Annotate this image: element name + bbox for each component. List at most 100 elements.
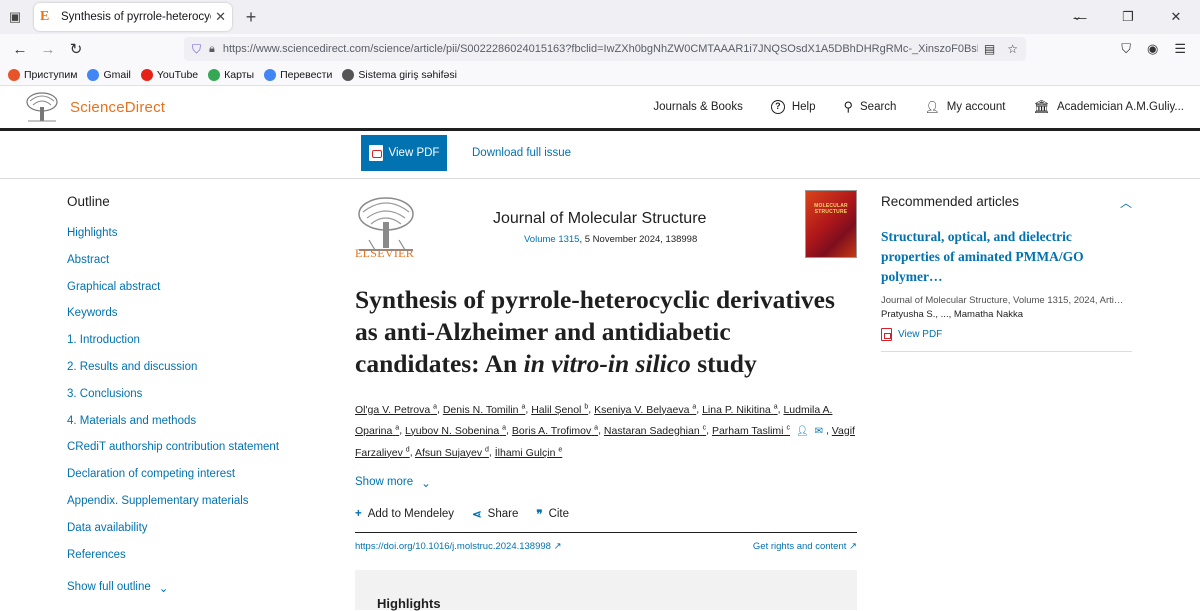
bookmark-item[interactable]: YouTube (140, 68, 198, 81)
outline-item[interactable]: Graphical abstract (67, 281, 327, 308)
browser-tab-active[interactable]: E Synthesis of pyrrole-heterocycli ✕ (34, 3, 232, 31)
author-link[interactable]: Halil Şenol b (531, 403, 588, 416)
bookmarks-bar: Приступим Gmail YouTube Карты Перевести Siste… (0, 64, 1200, 86)
author-link[interactable]: İlhami Gulçin e (495, 446, 563, 459)
bookmark-item[interactable]: Приступим (8, 68, 77, 81)
outline-item[interactable]: Declaration of competing interest (67, 468, 327, 495)
outline-item[interactable]: Abstract (67, 254, 327, 281)
chevron-up-icon[interactable]: ︿ (1120, 194, 1132, 211)
lock-icon[interactable]: 🔒︎ (209, 43, 215, 56)
search-link[interactable]: ⚲ Search (843, 99, 896, 115)
author-name: Boris A. Trofimov (511, 424, 592, 437)
bookmark-item[interactable]: Gmail (87, 68, 131, 81)
author-link[interactable]: Kseniya V. Belyaeva a (594, 403, 697, 416)
person-icon: 👤︎ (924, 100, 940, 114)
show-more-button[interactable]: Show more ⌄ (355, 476, 857, 490)
view-pdf-label: View PDF (388, 147, 440, 159)
cite-label: Cite (548, 508, 570, 520)
author-affiliation: a (692, 403, 697, 410)
doi-link[interactable]: https://doi.org/10.1016/j.molstruc.2024.… (355, 541, 562, 552)
minimize-icon[interactable]: — (1056, 10, 1104, 25)
reload-icon[interactable]: ↻ (62, 40, 90, 58)
bookmark-favicon-icon (208, 68, 221, 81)
journal-cover-image[interactable]: MOLECULAR STRUCTURE (805, 190, 857, 258)
bookmark-item[interactable]: Перевести (264, 68, 333, 81)
external-link-icon: ↗ (553, 541, 562, 552)
author-link[interactable]: Boris A. Trofimov a (511, 424, 598, 437)
author-link[interactable]: Afsun Sujayev d (414, 446, 489, 459)
add-to-mendeley-button[interactable]: + Add to Mendeley (355, 508, 454, 520)
author-name: Kseniya V. Belyaeva (594, 403, 690, 416)
browser-tab-bar: ▣ E Synthesis of pyrrole-heterocycli ✕ +… (0, 0, 1200, 34)
outline-item[interactable]: Data availability (67, 522, 327, 549)
reader-view-icon[interactable]: ▤ (984, 42, 995, 56)
forward-arrow-icon[interactable]: → (34, 41, 62, 58)
author-link[interactable]: Lina P. Nikitina a (702, 403, 778, 416)
outline-item[interactable]: Keywords (67, 307, 327, 334)
doi-row: https://doi.org/10.1016/j.molstruc.2024.… (355, 541, 857, 552)
account-icon[interactable]: ◉ (1147, 41, 1158, 57)
download-full-issue-link[interactable]: Download full issue (472, 147, 571, 159)
tab-list-icon[interactable]: ▣ (0, 0, 30, 34)
pdf-icon (368, 145, 383, 161)
institution-link[interactable]: 🏛︎ Academician A.M.Guliy... (1034, 99, 1185, 115)
outline-item[interactable]: Appendix. Supplementary materials (67, 495, 327, 522)
get-rights-link[interactable]: Get rights and content ↗ (753, 541, 857, 552)
recommended-article-authors: Pratyusha S., ..., Mamatha Nakka (881, 309, 1024, 320)
outline-item[interactable]: Highlights (67, 227, 327, 254)
outline-item[interactable]: 1. Introduction (67, 334, 327, 361)
tab-close-icon[interactable]: ✕ (215, 9, 226, 25)
share-button[interactable]: ⋖ Share (472, 507, 518, 521)
window-controls: — ❐ ✕ (1056, 0, 1200, 34)
tracking-shield-icon[interactable]: ⛉ (192, 42, 201, 57)
bookmark-label: Перевести (280, 68, 333, 81)
author-name: Afsun Sujayev (414, 446, 483, 459)
recommended-view-pdf-link[interactable]: View PDF (881, 328, 1132, 341)
volume-details: , 5 November 2024, 138998 (579, 234, 698, 245)
recommended-article-title-link[interactable]: Structural, optical, and dielectric prop… (881, 227, 1132, 287)
elsevier-tree-logo-icon[interactable] (24, 91, 60, 123)
highlights-heading: Highlights (377, 596, 441, 611)
url-text[interactable]: https://www.sciencedirect.com/science/ar… (223, 43, 978, 55)
author-link[interactable]: Denis N. Tomilin a (443, 403, 526, 416)
bookmark-favicon-icon (264, 68, 277, 81)
divider (355, 532, 857, 533)
cite-button[interactable]: ❞ Cite (536, 507, 569, 521)
outline-item[interactable]: CRediT authorship contribution statement (67, 441, 327, 468)
volume-link[interactable]: Volume 1315 (524, 234, 579, 245)
bookmark-item[interactable]: Sistema giriş səhifəsi (342, 68, 457, 81)
journals-books-label: Journals & Books (653, 101, 743, 113)
journal-header: ELSEVIER Journal of Molecular Structure … (355, 190, 857, 270)
pocket-icon[interactable]: ⛉ (1121, 41, 1131, 57)
search-icon: ⚲ (843, 99, 854, 114)
author-affiliation: a (502, 424, 507, 431)
my-account-link[interactable]: 👤︎ My account (924, 100, 1005, 114)
help-label: Help (791, 101, 816, 113)
recommended-heading: Recommended articles (881, 194, 1020, 209)
journals-books-link[interactable]: Journals & Books (653, 101, 743, 113)
new-tab-icon[interactable]: + (238, 7, 264, 28)
close-window-icon[interactable]: ✕ (1152, 9, 1200, 25)
address-bar[interactable]: ⛉ 🔒︎ https://www.sciencedirect.com/scien… (184, 37, 1026, 61)
author-link[interactable]: Parham Taslimi c (712, 424, 790, 437)
show-full-outline-button[interactable]: Show full outline ⌄ (67, 581, 327, 595)
share-icon: ⋖ (472, 509, 482, 521)
person-icon[interactable]: 👤︎ (796, 426, 809, 437)
bookmark-star-icon[interactable]: ☆ (1007, 42, 1018, 56)
outline-item[interactable]: 2. Results and discussion (67, 361, 327, 388)
sciencedirect-brand[interactable]: ScienceDirect (70, 99, 165, 116)
help-link[interactable]: ? Help (770, 100, 816, 114)
outline-item[interactable]: 4. Materials and methods (67, 415, 327, 442)
back-arrow-icon[interactable]: ← (6, 41, 34, 58)
author-link[interactable]: Lyubov N. Sobenina a (405, 424, 507, 437)
bookmark-item[interactable]: Карты (208, 68, 254, 81)
view-pdf-button[interactable]: View PDF (361, 135, 447, 171)
author-link[interactable]: Nastaran Sadeghian c (604, 424, 706, 437)
outline-item[interactable]: 3. Conclusions (67, 388, 327, 415)
restore-icon[interactable]: ❐ (1104, 9, 1152, 25)
menu-icon[interactable]: ☰ (1174, 41, 1186, 57)
outline-item[interactable]: References (67, 549, 327, 576)
author-link[interactable]: Ol'ga V. Petrova a (355, 403, 437, 416)
journal-name-link[interactable]: Journal of Molecular Structure (493, 210, 706, 228)
mail-icon[interactable]: ✉ (815, 426, 823, 437)
